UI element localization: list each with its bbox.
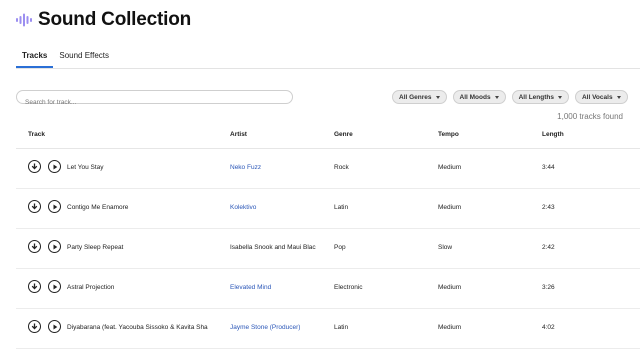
tempo-cell: Medium [438,284,462,291]
length-cell: 3:44 [542,164,555,171]
artist-name[interactable]: Jayme Stone (Producer) [230,324,324,331]
play-icon[interactable] [48,200,61,213]
results-count: 1,000 tracks found [557,112,623,121]
caret-down-icon [557,95,562,99]
play-icon[interactable] [48,280,61,293]
genre-cell: Rock [334,164,349,171]
track-title[interactable]: Contigo Me Enamore [67,204,219,211]
tempo-cell: Medium [438,324,462,331]
mood-filter-label: All Moods [459,93,491,101]
artist-name[interactable]: Elevated Mind [230,284,324,291]
play-icon[interactable] [48,240,61,253]
column-header-length[interactable]: Length [542,131,564,138]
column-header-track[interactable]: Track [28,131,45,138]
download-icon[interactable] [28,240,41,253]
download-icon[interactable] [28,160,41,173]
search-box [16,90,293,109]
page-title: Sound Collection [38,9,192,30]
tab-bar: Tracks Sound Effects [16,48,640,69]
table-row[interactable]: Party Sleep Repeat Isabella Snook and Mau… [16,228,640,269]
table-header: Track Artist Genre Tempo Length [16,128,640,149]
caret-down-icon [435,95,440,99]
artist-name[interactable]: Neko Fuzz [230,164,324,171]
length-cell: 2:42 [542,244,555,251]
tempo-cell: Medium [438,164,462,171]
column-header-artist[interactable]: Artist [230,131,247,138]
vocals-filter-dropdown[interactable]: All Vocals [574,90,628,104]
play-icon[interactable] [48,160,61,173]
app-header: Sound Collection [16,8,191,32]
genre-cell: Electronic [334,284,363,291]
genre-cell: Latin [334,204,349,211]
length-cell: 3:26 [542,284,555,291]
filter-bar: All Genres All Moods All Lengths All Voc… [392,90,628,104]
column-header-genre[interactable]: Genre [334,131,353,138]
artist-name[interactable]: Kolektivo [230,204,324,211]
download-icon[interactable] [28,280,41,293]
table-row[interactable]: Astral Projection Elevated Mind Electronic… [16,268,640,309]
length-cell: 4:02 [542,324,555,331]
tempo-cell: Medium [438,204,462,211]
artist-name: Isabella Snook and Maui Blac [230,244,316,251]
table-row[interactable]: Contigo Me Enamore Kolektivo Latin Medium 2:… [16,188,640,229]
length-filter-label: All Lengths [518,93,554,101]
genre-filter-label: All Genres [399,93,432,101]
track-title[interactable]: Astral Projection [67,284,219,291]
track-title[interactable]: Diyabarana (feat. Yacouba Sissoko & Kavi… [67,324,219,331]
genre-cell: Latin [334,324,349,331]
track-title[interactable]: Let You Stay [67,164,219,171]
genre-cell: Pop [334,244,346,251]
column-header-tempo[interactable]: Tempo [438,131,459,138]
caret-down-icon [494,95,499,99]
mood-filter-dropdown[interactable]: All Moods [452,90,506,104]
length-filter-dropdown[interactable]: All Lengths [511,90,569,104]
download-icon[interactable] [28,200,41,213]
vocals-filter-label: All Vocals [581,93,613,101]
table-row[interactable]: Diyabarana (feat. Yacouba Sissoko & Kavi… [16,308,640,349]
sound-wave-icon [16,13,32,27]
genre-filter-dropdown[interactable]: All Genres [392,90,447,104]
search-input[interactable] [17,96,280,109]
download-icon[interactable] [28,320,41,333]
length-cell: 2:43 [542,204,555,211]
table-row[interactable]: Let You Stay Neko Fuzz Rock Medium 3:44 [16,148,640,189]
caret-down-icon [616,95,621,99]
play-icon[interactable] [48,320,61,333]
tempo-cell: Slow [438,244,453,251]
tab-tracks[interactable]: Tracks [16,48,54,68]
tab-sound-effects[interactable]: Sound Effects [53,48,115,68]
track-title[interactable]: Party Sleep Repeat [67,244,219,251]
